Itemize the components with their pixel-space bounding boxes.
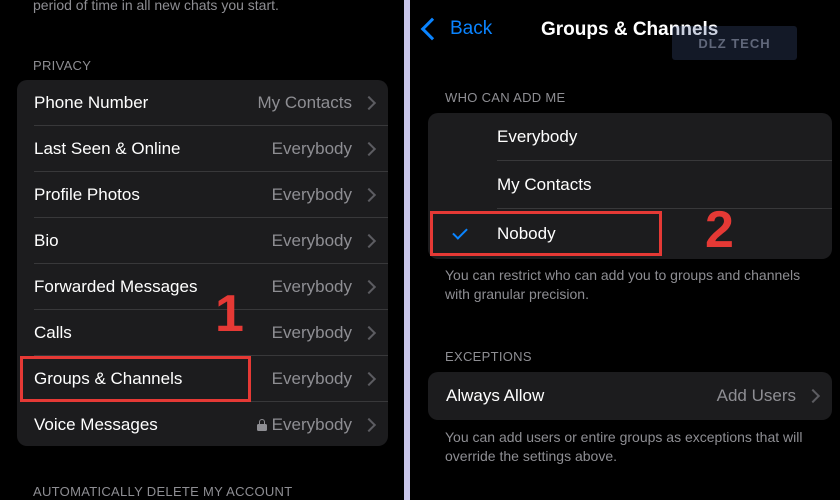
row-label: Always Allow [446, 386, 545, 405]
chevron-right-icon [361, 371, 377, 387]
chevron-right-icon [361, 233, 377, 249]
calls-row[interactable]: Calls Everybody [17, 310, 388, 356]
always-allow-row[interactable]: Always Allow Add Users [428, 372, 832, 420]
option-everybody[interactable]: Everybody [428, 113, 832, 161]
row-value: Everybody [271, 369, 352, 388]
row-label: Bio [34, 231, 59, 250]
row-value: Everybody [271, 185, 352, 204]
row-value: Everybody [271, 277, 352, 296]
voice-messages-row[interactable]: Voice Messages Everybody [17, 402, 388, 446]
option-my-contacts[interactable]: My Contacts [428, 161, 832, 209]
chevron-right-icon [361, 187, 377, 203]
row-value-with-lock: Everybody [256, 415, 352, 435]
step-1-highlight-box [20, 356, 251, 402]
chevron-left-icon [420, 17, 444, 41]
exceptions-footer-note: You can add users or entire groups as ex… [445, 429, 803, 464]
chevron-right-icon [361, 141, 377, 157]
step-2-highlight-box [430, 211, 662, 256]
profile-photos-row[interactable]: Profile Photos Everybody [17, 172, 388, 218]
row-value: Everybody [271, 231, 352, 250]
delete-account-section-header: AUTOMATICALLY DELETE MY ACCOUNT [33, 484, 293, 499]
row-value: Everybody [271, 139, 352, 158]
row-label: Last Seen & Online [34, 139, 181, 158]
back-button[interactable]: Back [418, 17, 493, 41]
step-2-number: 2 [705, 201, 734, 259]
who-can-add-me-header: WHO CAN ADD ME [445, 90, 566, 105]
row-label: Phone Number [34, 93, 149, 112]
forwarded-messages-row[interactable]: Forwarded Messages Everybody [17, 264, 388, 310]
privacy-settings-screen: period of time in all new chats you star… [0, 0, 404, 500]
row-label: Forwarded Messages [34, 277, 198, 296]
row-value: Everybody [271, 415, 352, 434]
phone-number-row[interactable]: Phone Number My Contacts [17, 80, 388, 126]
chevron-right-icon [361, 325, 377, 341]
privacy-section-header: PRIVACY [33, 58, 92, 73]
back-label: Back [450, 18, 493, 39]
exceptions-list: Always Allow Add Users [428, 372, 832, 420]
chevron-right-icon [361, 279, 377, 295]
chevron-right-icon [805, 388, 821, 404]
chevron-right-icon [361, 95, 377, 111]
lock-icon [256, 419, 267, 431]
option-label: My Contacts [497, 175, 592, 194]
exceptions-header: EXCEPTIONS [445, 349, 532, 364]
last-seen-online-row[interactable]: Last Seen & Online Everybody [17, 126, 388, 172]
option-label: Everybody [497, 127, 578, 146]
row-label: Calls [34, 323, 72, 342]
chevron-right-icon [361, 417, 377, 433]
row-value: Add Users [716, 386, 796, 405]
groups-channels-screen: Back Groups & Channels DLZ TECH WHO CAN … [410, 0, 840, 500]
options-footer-note: You can restrict who can add you to grou… [445, 267, 801, 302]
top-caption: period of time in all new chats you star… [33, 0, 279, 13]
row-label: Profile Photos [34, 185, 140, 204]
row-value: My Contacts [257, 93, 352, 112]
row-value: Everybody [271, 323, 352, 342]
watermark-logo: DLZ TECH [672, 26, 797, 60]
step-1-number: 1 [215, 285, 244, 343]
row-label: Voice Messages [34, 415, 158, 434]
bio-row[interactable]: Bio Everybody [17, 218, 388, 264]
